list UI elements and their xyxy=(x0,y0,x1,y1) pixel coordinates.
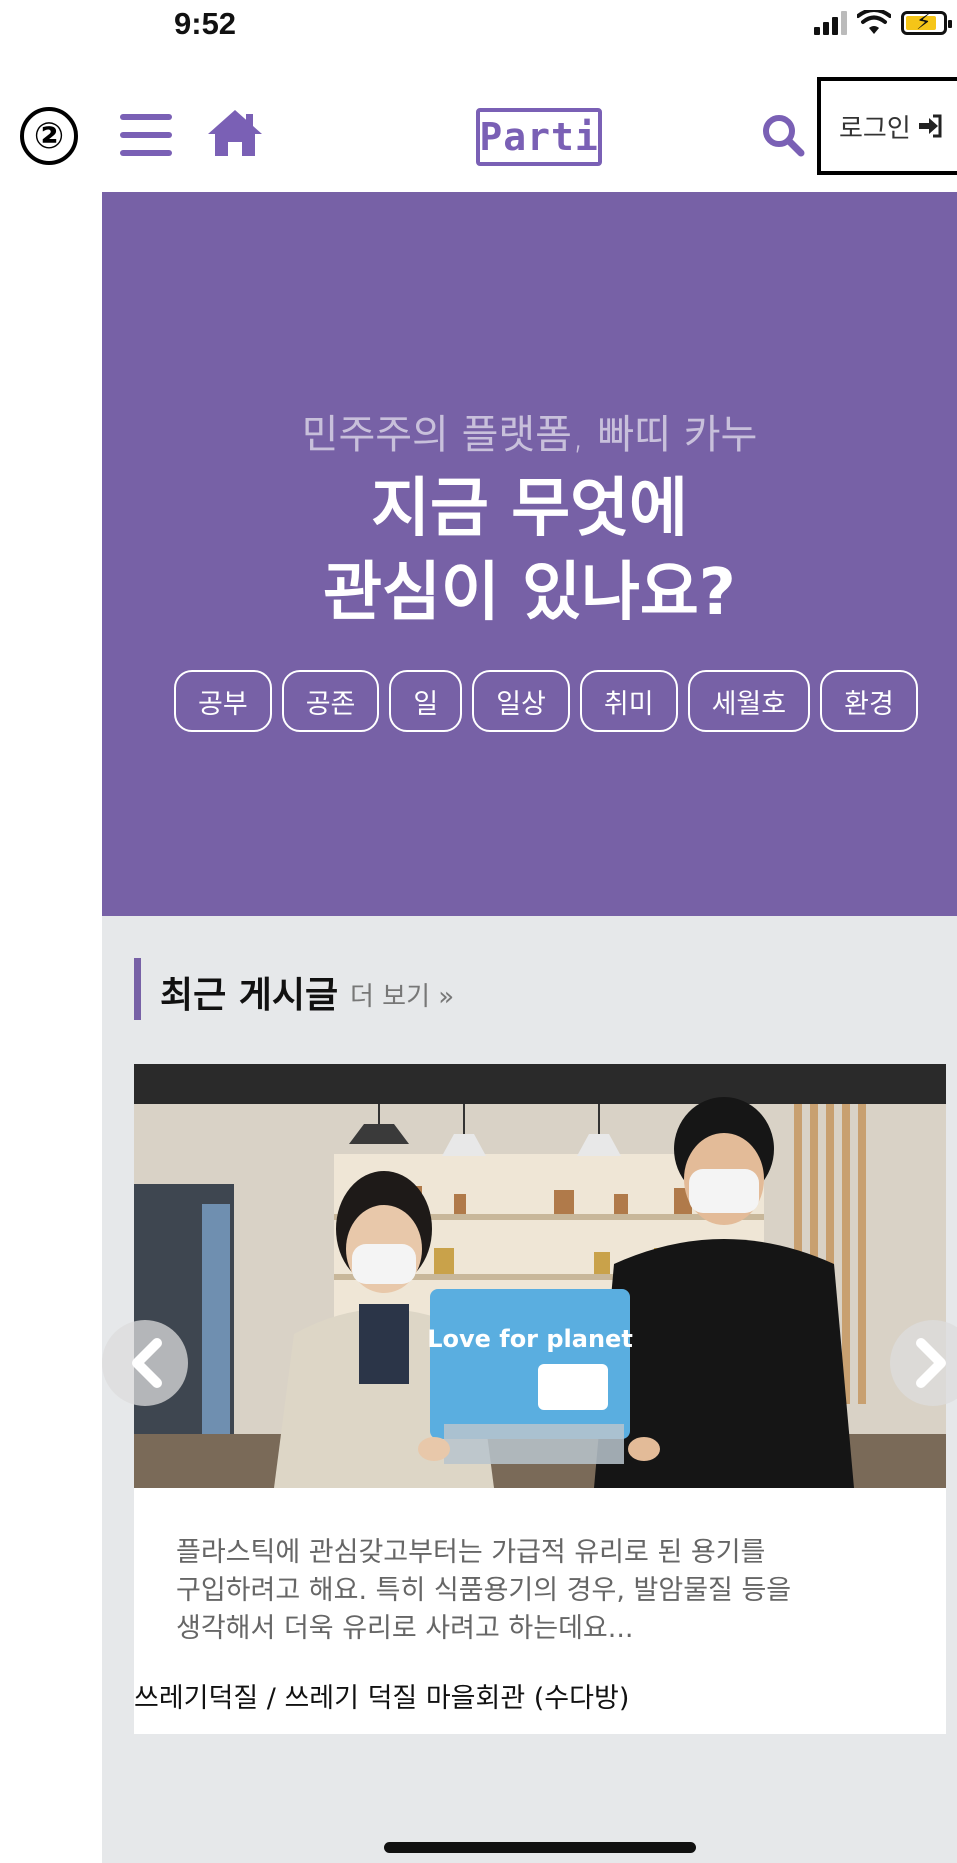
battery-charging-icon: ⚡ xyxy=(901,10,952,35)
tag-coexistence[interactable]: 공존 xyxy=(281,670,380,732)
search-icon[interactable] xyxy=(760,112,806,158)
sign-in-icon xyxy=(918,114,942,138)
cellular-signal-icon xyxy=(814,11,847,35)
post-card[interactable]: Love for planet 플라스틱에 관심갖고부터는 가급적 유리로 된 … xyxy=(134,1064,946,1734)
hero-title: 지금 무엇에 관심이 있나요? xyxy=(102,467,957,635)
post-excerpt-line-1: 플라스틱에 관심갖고부터는 가급적 유리로 된 용기를 xyxy=(176,1537,766,1568)
tag-hobby[interactable]: 취미 xyxy=(579,670,678,732)
status-time: 9:52 xyxy=(174,6,237,41)
post-excerpt[interactable]: 플라스틱에 관심갖고부터는 가급적 유리로 된 용기를 구입하려고 해요. 특히… xyxy=(176,1534,916,1648)
login-button[interactable]: 로그인 xyxy=(817,77,957,175)
chevron-right-icon xyxy=(916,1338,946,1388)
tag-sewol[interactable]: 세월호 xyxy=(687,670,811,732)
left-margin xyxy=(0,192,102,1863)
status-icons: ⚡ xyxy=(814,10,952,36)
hero-title-line-1: 지금 무엇에 xyxy=(371,472,688,546)
home-indicator xyxy=(384,1842,696,1853)
hamburger-menu-icon[interactable] xyxy=(120,114,172,156)
annotation-marker: ② xyxy=(20,107,78,165)
parti-logo[interactable]: Parti xyxy=(476,108,602,166)
sign-text: Love for planet xyxy=(427,1325,633,1353)
post-photo[interactable]: Love for planet xyxy=(134,1064,946,1488)
post-board-meta[interactable]: 쓰레기덕질 / 쓰레기 덕질 마을회관 (수다방) xyxy=(134,1676,629,1715)
see-more-link[interactable]: 더 보기 » xyxy=(350,976,454,1013)
hero-title-line-2: 관심이 있나요? xyxy=(323,556,736,630)
carousel-prev-button[interactable] xyxy=(102,1320,188,1406)
home-icon[interactable] xyxy=(206,108,264,158)
post-excerpt-line-3: 생각해서 더욱 유리로 사려고 하는데요... xyxy=(176,1613,634,1644)
recent-posts-section: 최근 게시글 더 보기 » Love for planet 플라스틱에 관심갖고… xyxy=(102,916,957,1863)
tag-environment[interactable]: 환경 xyxy=(820,670,918,732)
hero-banner: 민주주의 플랫폼, 빠띠 카누 지금 무엇에 관심이 있나요? 공부 공존 일 … xyxy=(102,192,957,916)
tag-work[interactable]: 일 xyxy=(389,670,463,732)
chevron-left-icon xyxy=(132,1338,162,1388)
wifi-icon xyxy=(857,10,891,34)
screen: 9:52 ⚡ ② Parti 로그인 민주주의 플랫폼, 빠띠 카누 지금 무엇… xyxy=(0,0,957,1863)
post-photo-illustration: Love for planet xyxy=(134,1064,946,1488)
post-excerpt-line-2: 구입하려고 해요. 특히 식품용기의 경우, 발암물질 등을 xyxy=(176,1575,792,1606)
hero-subtitle: 민주주의 플랫폼, 빠띠 카누 xyxy=(301,412,758,458)
tag-study[interactable]: 공부 xyxy=(174,670,272,732)
login-label: 로그인 xyxy=(839,113,911,144)
tag-daily-life[interactable]: 일상 xyxy=(472,670,570,732)
interest-tags: 공부 공존 일 일상 취미 세월호 환경 xyxy=(174,670,918,732)
section-accent-bar xyxy=(134,958,141,1020)
recent-posts-title: 최근 게시글 xyxy=(160,975,339,1016)
